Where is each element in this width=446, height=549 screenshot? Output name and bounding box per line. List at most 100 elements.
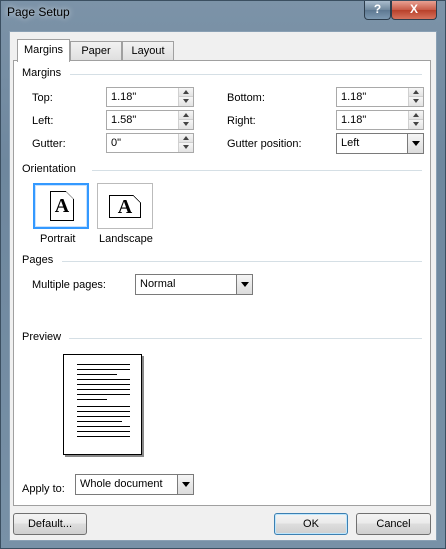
margins-panel: Margins Top: 1.18" Bottom: 1.18" Left: 1… [13,60,431,506]
margins-section-label: Margins [22,67,62,79]
close-button[interactable]: X [391,1,437,20]
arrow-up-icon [183,90,189,94]
chevron-down-icon [241,282,249,287]
tab-paper[interactable]: Paper [70,41,122,61]
top-margin-label: Top: [32,92,53,104]
left-margin-input[interactable]: 1.58" [106,110,194,130]
ok-button[interactable]: OK [274,513,348,535]
apply-to-dropdown-button[interactable] [177,475,193,494]
orientation-divider [92,170,422,171]
preview-line [77,364,130,365]
multiple-pages-label: Multiple pages: [32,279,106,291]
bottom-margin-value: 1.18" [341,91,367,103]
preview-line [77,426,130,427]
spin-down-button[interactable] [179,97,193,106]
gutter-input[interactable]: 0" [106,133,194,153]
gutter-position-value: Left [341,137,360,149]
arrow-up-icon [413,113,419,117]
gutter-spinner[interactable] [178,134,193,152]
spin-down-button[interactable] [179,143,193,152]
chevron-down-icon [182,482,190,487]
right-margin-label: Right: [227,115,256,127]
preview-line [77,384,130,385]
multiple-pages-dropdown-button[interactable] [236,275,252,294]
preview-page [63,354,142,455]
left-margin-value: 1.58" [111,114,137,126]
gutter-value: 0" [111,137,122,149]
preview-line [77,374,117,375]
spin-down-button[interactable] [409,97,423,106]
pages-divider [62,261,422,262]
bottom-margin-spinner[interactable] [408,88,423,106]
close-icon: X [409,2,418,16]
portrait-page-icon: A [50,191,74,221]
landscape-letter: A [117,196,133,218]
preview-line [77,416,130,417]
spin-up-button[interactable] [409,88,423,97]
right-margin-value: 1.18" [341,114,367,126]
apply-to-value: Whole document [80,478,163,490]
right-margin-input[interactable]: 1.18" [336,110,424,130]
page-setup-dialog: Page Setup ? X Margins Paper Layout Marg… [0,0,446,549]
gutter-position-select[interactable]: Left [336,133,424,154]
spin-up-button[interactable] [409,111,423,120]
preview-line [77,431,130,432]
dialog-body: Margins Paper Layout Margins Top: 1.18" … [9,31,437,541]
title-bar[interactable]: Page Setup ? X [1,1,445,27]
arrow-up-icon [183,113,189,117]
apply-to-label: Apply to: [22,483,65,495]
preview-line [77,379,130,380]
spin-up-button[interactable] [179,111,193,120]
arrow-down-icon [413,99,419,103]
landscape-option[interactable]: A [97,183,153,229]
default-button[interactable]: Default... [13,513,87,535]
arrow-down-icon [413,122,419,126]
preview-line [77,436,130,437]
landscape-page-icon: A [109,195,141,218]
preview-line [77,411,130,412]
spin-up-button[interactable] [179,88,193,97]
top-margin-value: 1.18" [111,91,137,103]
spin-down-button[interactable] [409,120,423,129]
arrow-up-icon [183,136,189,140]
cancel-button[interactable]: Cancel [356,513,431,535]
bottom-margin-input[interactable]: 1.18" [336,87,424,107]
right-margin-spinner[interactable] [408,111,423,129]
preview-line [77,421,122,422]
preview-line [77,406,130,407]
left-margin-label: Left: [32,115,54,127]
preview-line [77,369,130,370]
preview-line [77,389,130,390]
apply-to-select[interactable]: Whole document [75,474,194,495]
landscape-label: Landscape [99,233,153,245]
spin-down-button[interactable] [179,120,193,129]
arrow-down-icon [183,122,189,126]
arrow-down-icon [183,99,189,103]
help-icon: ? [373,2,382,16]
gutter-label: Gutter: [32,138,66,150]
top-margin-input[interactable]: 1.18" [106,87,194,107]
margins-divider [70,74,422,75]
tab-layout[interactable]: Layout [122,41,174,61]
preview-divider [69,338,422,339]
top-margin-spinner[interactable] [178,88,193,106]
gutter-position-dropdown-button[interactable] [407,134,423,153]
bottom-margin-label: Bottom: [227,92,265,104]
multiple-pages-value: Normal [140,278,176,290]
preview-section-label: Preview [22,331,62,343]
orientation-section-label: Orientation [22,163,76,175]
spin-up-button[interactable] [179,134,193,143]
tab-margins[interactable]: Margins [17,39,70,62]
gutter-position-label: Gutter position: [227,138,302,150]
chevron-down-icon [412,141,420,146]
arrow-down-icon [183,145,189,149]
multiple-pages-select[interactable]: Normal [135,274,253,295]
portrait-letter: A [54,195,70,217]
window-title: Page Setup [7,5,70,19]
portrait-label: Portrait [40,233,76,245]
portrait-option[interactable]: A [33,183,89,229]
help-button[interactable]: ? [364,1,391,20]
left-margin-spinner[interactable] [178,111,193,129]
pages-section-label: Pages [22,254,54,266]
arrow-up-icon [413,90,419,94]
